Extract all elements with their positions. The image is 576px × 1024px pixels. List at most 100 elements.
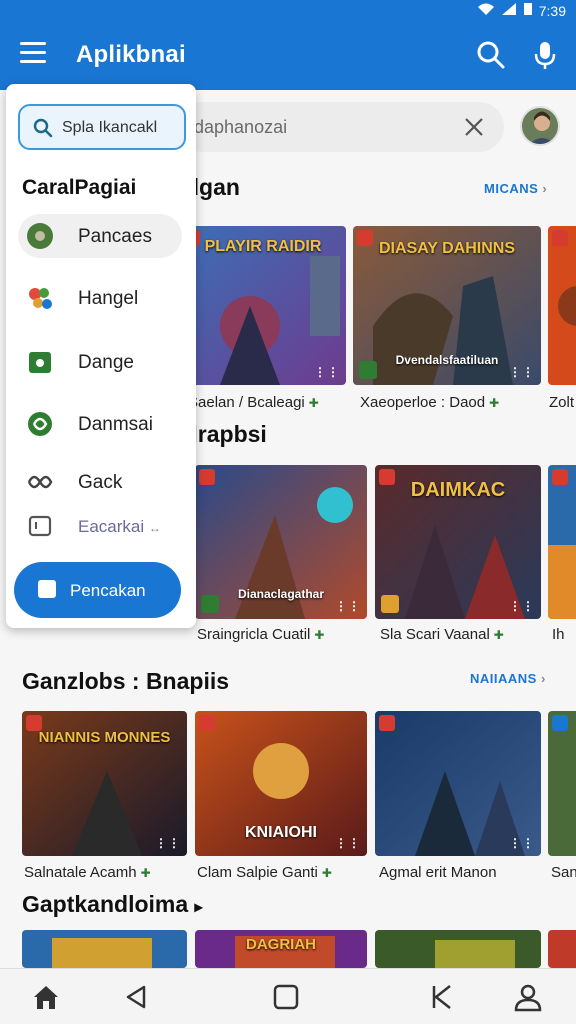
game-art-title: NIANNIS MONNES xyxy=(38,729,171,746)
primary-action-label: Pencakan xyxy=(70,581,146,600)
game-card[interactable]: Dianaclagathar ⋮⋮ xyxy=(195,465,367,619)
more-icon[interactable]: ⋮⋮ xyxy=(314,365,340,379)
drawer-item-dange[interactable]: Dange xyxy=(18,340,182,384)
more-icon[interactable]: ⋮⋮ xyxy=(335,836,361,850)
drawer-item-label: Pancaes xyxy=(78,226,152,247)
drawer-item-label: Hangel xyxy=(78,288,139,309)
infinity-icon xyxy=(26,468,54,496)
badge-icon xyxy=(199,469,215,485)
search-bar[interactable]: idaphanozai xyxy=(178,102,504,152)
game-logo-icon xyxy=(381,595,399,613)
badge-icon xyxy=(357,230,373,246)
badge-icon xyxy=(552,469,568,485)
drawer-item-label: Dange xyxy=(78,352,134,373)
bottom-nav xyxy=(0,968,576,1024)
see-more-label: MICANS xyxy=(484,181,539,196)
green-swirl-icon xyxy=(26,410,54,438)
chevron-right-icon: › xyxy=(542,181,548,196)
game-caption: Ih xyxy=(552,626,565,643)
game-card[interactable]: DIASAY DAHINNS Dvendalsfaatiluan ⋮⋮ xyxy=(353,226,541,385)
section-title: Ganzlobs : Bnapiis xyxy=(22,668,230,694)
folder-icon xyxy=(38,580,56,598)
game-caption: Saelan / Bcaleagi ✚ xyxy=(188,394,319,411)
status-time: 7:39 xyxy=(538,2,566,19)
game-card[interactable]: KNIAIOHI ⋮⋮ xyxy=(195,711,367,856)
navigation-drawer: Spla Ikancakl CaralPagiai Pancaes Hangel… xyxy=(6,84,196,628)
game-art-title: DAGRIAH xyxy=(246,936,316,953)
app-title: Aplikbnai xyxy=(76,41,186,68)
see-more-link[interactable]: MICANS › xyxy=(484,181,547,196)
game-caption: Salnatale Acamh ✚ xyxy=(24,864,151,881)
menu-icon[interactable] xyxy=(20,42,46,64)
avatar[interactable] xyxy=(520,106,560,146)
more-icon[interactable]: ⋮⋮ xyxy=(509,599,535,613)
home-icon[interactable] xyxy=(30,981,62,1013)
profile-icon[interactable] xyxy=(512,981,544,1013)
badge-icon xyxy=(379,469,395,485)
search-icon xyxy=(32,117,54,144)
close-icon[interactable] xyxy=(462,115,486,139)
drawer-item-pancaes[interactable]: Pancaes xyxy=(18,214,182,258)
square-icon[interactable] xyxy=(270,981,302,1013)
drawer-item-label: Gack xyxy=(78,472,123,493)
drawer-header: CaralPagiai xyxy=(22,176,137,199)
app-bar: Aplikbnai xyxy=(0,22,576,90)
more-icon[interactable]: ⋮⋮ xyxy=(335,599,361,613)
drawer-item-danmsai[interactable]: Danmsai xyxy=(18,402,182,446)
game-caption: San xyxy=(551,864,576,881)
see-more-label: NAIIAANS xyxy=(470,671,537,686)
colorful-cluster-icon xyxy=(26,284,54,312)
frame-icon xyxy=(26,512,54,540)
planet-icon xyxy=(26,222,54,250)
more-icon[interactable]: ⋮⋮ xyxy=(509,365,535,379)
wifi-icon xyxy=(477,2,495,19)
drawer-item-eacarkai[interactable]: Eacarkai ↔ xyxy=(18,504,182,548)
badge-icon xyxy=(552,715,568,731)
signal-icon xyxy=(501,2,517,19)
game-card[interactable] xyxy=(22,930,187,968)
badge-icon xyxy=(379,715,395,731)
section-title: Gaptkandloima ▸ xyxy=(22,891,203,917)
badge-icon xyxy=(199,715,215,731)
more-icon[interactable]: ⋮⋮ xyxy=(509,836,535,850)
k-icon[interactable] xyxy=(426,981,458,1013)
game-card[interactable] xyxy=(548,930,576,968)
drawer-item-hangel[interactable]: Hangel xyxy=(18,276,182,320)
back-icon[interactable] xyxy=(120,981,152,1013)
game-card[interactable] xyxy=(548,465,576,619)
status-bar: 7:39 xyxy=(0,0,576,22)
primary-action-button[interactable]: Pencakan xyxy=(14,562,181,618)
chevron-right-icon: › xyxy=(540,671,546,686)
green-square-icon xyxy=(26,348,54,376)
game-card[interactable]: NIANNIS MONNES ⋮⋮ xyxy=(22,711,187,856)
drawer-item-label: Eacarkai ↔ xyxy=(78,517,161,536)
more-icon[interactable]: ⋮⋮ xyxy=(155,836,181,850)
drawer-search-field[interactable]: Spla Ikancakl xyxy=(18,104,186,150)
game-card[interactable]: PLAYIR RAIDIR ⋮⋮ xyxy=(180,226,346,385)
section-title: Ilrapbsi xyxy=(185,421,267,447)
game-caption: Zolt xyxy=(549,394,575,411)
game-logo-icon xyxy=(201,595,219,613)
battery-icon xyxy=(523,2,533,19)
game-card[interactable]: DAIMKAC ⋮⋮ xyxy=(375,465,541,619)
game-art-title: DAIMKAC xyxy=(410,479,506,501)
badge-icon xyxy=(552,230,568,246)
game-caption: Sraingricla Cuatil ✚ xyxy=(197,626,325,643)
game-caption: Xaeoperloe : Daod ✚ xyxy=(360,394,500,411)
drawer-search-text: Spla Ikancakl xyxy=(62,119,158,136)
badge-icon xyxy=(26,715,42,731)
game-caption: Agmal erit Manon xyxy=(379,864,497,881)
game-card[interactable] xyxy=(548,711,576,856)
game-card[interactable] xyxy=(548,226,576,385)
game-card[interactable] xyxy=(375,930,541,968)
game-card[interactable]: ⋮⋮ xyxy=(375,711,541,856)
mic-icon[interactable] xyxy=(528,38,562,72)
game-caption: Sla Scari Vaanal ✚ xyxy=(380,626,504,643)
game-card[interactable]: DAGRIAH xyxy=(195,930,367,968)
drawer-item-gack[interactable]: Gack xyxy=(18,460,182,504)
see-more-link[interactable]: NAIIAANS › xyxy=(470,671,546,686)
game-art-title: DIASAY DAHINNS xyxy=(378,240,516,257)
game-art-title: PLAYIR RAIDIR xyxy=(204,238,322,255)
chevron-right-icon: ▸ xyxy=(194,899,203,916)
search-icon[interactable] xyxy=(474,38,508,72)
